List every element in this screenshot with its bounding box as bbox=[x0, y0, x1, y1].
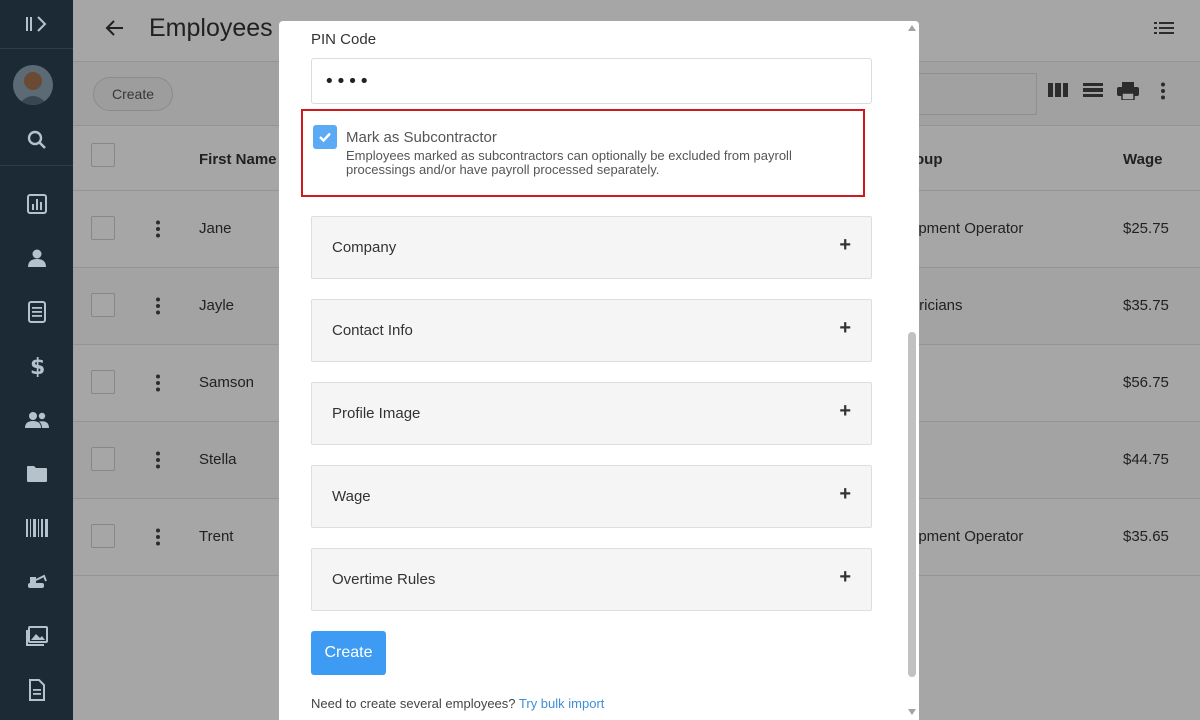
section-profile-image[interactable]: Profile Image + bbox=[311, 382, 872, 445]
expand-plus-icon[interactable]: + bbox=[839, 484, 851, 504]
section-label: Profile Image bbox=[332, 405, 421, 422]
reports-icon[interactable] bbox=[0, 192, 73, 216]
section-company[interactable]: Company + bbox=[311, 216, 872, 279]
folder-icon[interactable] bbox=[0, 462, 73, 486]
expand-plus-icon[interactable]: + bbox=[839, 235, 851, 255]
check-icon bbox=[319, 132, 331, 143]
section-contact-info[interactable]: Contact Info + bbox=[311, 299, 872, 362]
scroll-up-arrow-icon[interactable] bbox=[908, 25, 916, 31]
expand-plus-icon[interactable]: + bbox=[839, 401, 851, 421]
subcontractor-checkbox[interactable] bbox=[313, 125, 337, 149]
person-icon[interactable] bbox=[0, 246, 73, 270]
bulk-import-text: Need to create several employees? bbox=[311, 696, 516, 711]
section-label: Wage bbox=[332, 488, 371, 505]
bulk-import-note: Need to create several employees? Try bu… bbox=[311, 696, 604, 711]
expand-plus-icon[interactable]: + bbox=[839, 567, 851, 587]
bulk-import-link[interactable]: Try bulk import bbox=[519, 696, 604, 711]
search-icon[interactable] bbox=[0, 128, 73, 152]
subcontractor-description: Employees marked as subcontractors can o… bbox=[346, 148, 792, 177]
image-icon[interactable] bbox=[0, 624, 73, 648]
dollar-icon[interactable]: $ bbox=[0, 354, 73, 378]
group-icon[interactable] bbox=[0, 408, 73, 432]
subcontractor-highlight: Mark as Subcontractor Employees marked a… bbox=[301, 109, 865, 197]
create-button[interactable]: Create bbox=[311, 631, 386, 675]
scroll-thumb[interactable] bbox=[908, 332, 916, 677]
section-label: Overtime Rules bbox=[332, 571, 436, 588]
pin-code-label: PIN Code bbox=[311, 31, 377, 48]
avatar[interactable] bbox=[13, 65, 53, 105]
scroll-down-arrow-icon[interactable] bbox=[908, 709, 916, 715]
expand-plus-icon[interactable]: + bbox=[839, 318, 851, 338]
pin-code-input[interactable]: •••• bbox=[311, 58, 872, 104]
modal-scrollbar[interactable] bbox=[905, 21, 919, 720]
collapse-sidebar-icon[interactable] bbox=[0, 12, 73, 36]
document-icon[interactable] bbox=[0, 300, 73, 324]
sidebar: $ bbox=[0, 0, 73, 720]
equipment-icon[interactable] bbox=[0, 570, 73, 594]
file-icon[interactable] bbox=[0, 678, 73, 702]
section-overtime-rules[interactable]: Overtime Rules + bbox=[311, 548, 872, 611]
svg-text:$: $ bbox=[30, 355, 45, 377]
create-employee-modal: PIN Code •••• Mark as Subcontractor Empl… bbox=[279, 21, 919, 720]
subcontractor-label[interactable]: Mark as Subcontractor bbox=[346, 129, 497, 146]
section-label: Contact Info bbox=[332, 322, 413, 339]
barcode-icon[interactable] bbox=[0, 516, 73, 540]
section-wage[interactable]: Wage + bbox=[311, 465, 872, 528]
section-label: Company bbox=[332, 239, 397, 256]
